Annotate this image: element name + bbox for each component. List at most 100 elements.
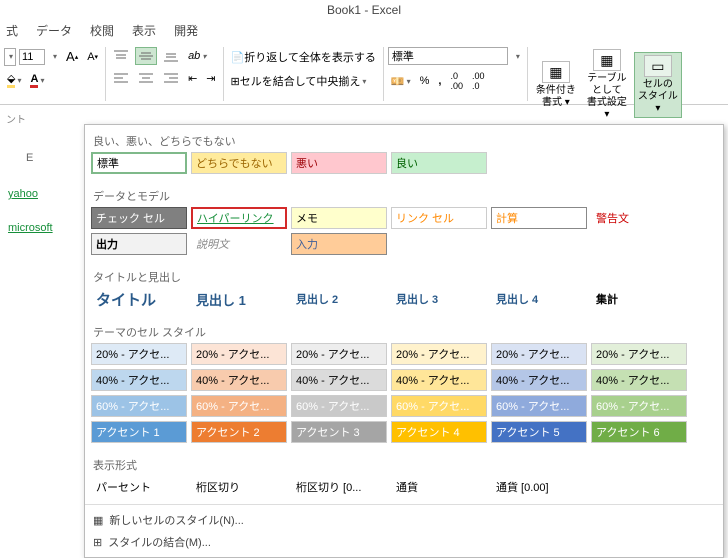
style-swatch[interactable]: 計算 [491,207,587,229]
style-swatch[interactable]: 60% - アクセ... [191,395,287,417]
section-title-number-format: 表示形式 [91,453,717,476]
style-swatch[interactable]: 悪い [291,152,387,174]
tab-review[interactable]: 校閲 [90,22,114,39]
increase-decimal-icon[interactable]: .0.00 [447,69,466,93]
font-size-input[interactable] [19,49,45,65]
decrease-indent-icon[interactable]: ⇤ [185,70,200,87]
style-swatch[interactable]: メモ [291,207,387,229]
style-swatch[interactable]: 見出し 4 [491,288,587,310]
cell-styles-gallery: 良い、悪い、どちらでもない 標準どちらでもない悪い良い データとモデル チェック… [84,124,724,558]
number-format-dropdown[interactable] [388,47,508,65]
style-swatch[interactable]: 60% - アクセ... [491,395,587,417]
style-swatch[interactable]: 20% - アクセ... [491,343,587,365]
style-swatch[interactable]: リンク セル [391,207,487,229]
style-swatch[interactable]: 40% - アクセ... [191,369,287,391]
number-format-arrow[interactable] [511,50,523,63]
cell-styles-icon: ▭ [644,55,672,77]
comma-format-icon[interactable]: , [435,73,444,89]
style-swatch[interactable]: 入力 [291,233,387,255]
style-swatch[interactable]: ハイパーリンク [191,207,287,229]
style-swatch[interactable]: 説明文 [191,233,287,255]
align-left-icon[interactable] [110,69,132,87]
style-swatch[interactable]: アクセント 3 [291,421,387,443]
style-swatch[interactable]: 良い [391,152,487,174]
align-top-icon[interactable] [110,47,132,65]
align-right-icon[interactable] [160,69,182,87]
increase-font-icon[interactable]: A▴ [63,47,81,66]
style-swatch[interactable]: 60% - アクセ... [591,395,687,417]
style-swatch[interactable]: 20% - アクセ... [591,343,687,365]
style-swatch[interactable]: 60% - アクセ... [291,395,387,417]
cell-link-microsoft[interactable]: microsoft [6,218,55,238]
decrease-decimal-icon[interactable]: .00.0 [469,69,488,93]
fill-color-icon[interactable]: ⬙ [4,70,24,90]
style-swatch[interactable]: どちらでもない [191,152,287,174]
merge-styles-button[interactable]: ⊞スタイルの結合(M)... [91,531,717,553]
merge-styles-icon: ⊞ [93,536,102,549]
table-icon: ▦ [593,49,621,71]
merge-center-button[interactable]: ⊞ セルを結合して中央揃え [228,71,370,91]
ribbon: A▴ A▾ ⬙ A ab ⇤ ⇥ 📄 折り返して全体を表示する ⊞ セルを結合し… [0,45,728,105]
style-swatch[interactable]: 60% - アクセ... [91,395,187,417]
section-title-good-bad: 良い、悪い、どちらでもない [91,129,717,152]
style-swatch[interactable]: 40% - アクセ... [391,369,487,391]
orientation-icon[interactable]: ab [185,48,209,64]
style-swatch[interactable]: 20% - アクセ... [291,343,387,365]
style-swatch[interactable]: 通貨 [0.00] [491,476,587,498]
wrap-merge-group: 📄 折り返して全体を表示する ⊞ セルを結合して中央揃え [224,47,384,101]
style-swatch[interactable]: 20% - アクセ... [391,343,487,365]
style-swatch[interactable]: 集計 [591,288,687,310]
section-title-theme: テーマのセル スタイル [91,320,717,343]
style-swatch[interactable]: チェック セル [91,207,187,229]
style-swatch[interactable]: 60% - アクセ... [391,395,487,417]
decrease-font-icon[interactable]: A▾ [84,49,101,65]
percent-format-icon[interactable]: % [417,73,433,89]
font-color-icon[interactable]: A [27,71,47,90]
style-swatch[interactable]: タイトル [91,288,187,310]
style-swatch[interactable]: パーセント [91,476,187,498]
font-family-dropdown[interactable] [4,48,16,66]
window-title: Book1 - Excel [0,0,728,20]
tab-formula[interactable]: 式 [6,22,18,39]
new-cell-style-button[interactable]: ▦新しいセルのスタイル(N)... [91,509,717,531]
style-swatch[interactable]: 40% - アクセ... [491,369,587,391]
accounting-format-icon[interactable]: 💴 [388,73,414,90]
font-size-dropdown[interactable] [48,50,60,63]
tab-view[interactable]: 表示 [132,22,156,39]
style-swatch[interactable]: 20% - アクセ... [91,343,187,365]
style-swatch[interactable]: 見出し 3 [391,288,487,310]
format-as-table-button[interactable]: ▦テーブルとして 書式設定 ▾ [583,47,631,123]
new-style-icon: ▦ [93,514,103,527]
style-swatch[interactable]: 40% - アクセ... [91,369,187,391]
style-swatch[interactable]: 桁区切り [0... [291,476,387,498]
style-swatch[interactable]: 警告文 [591,207,687,229]
conditional-format-icon: ▦ [542,61,570,83]
style-swatch[interactable]: アクセント 1 [91,421,187,443]
style-swatch[interactable]: 40% - アクセ... [291,369,387,391]
conditional-format-button[interactable]: ▦条件付き 書式 ▾ [532,59,580,111]
style-swatch[interactable]: アクセント 2 [191,421,287,443]
styles-group: ▦条件付き 書式 ▾ ▦テーブルとして 書式設定 ▾ ▭セルの スタイル ▾ [528,47,686,101]
style-swatch[interactable]: アクセント 5 [491,421,587,443]
style-swatch[interactable]: アクセント 4 [391,421,487,443]
align-bottom-icon[interactable] [160,47,182,65]
style-swatch[interactable]: 40% - アクセ... [591,369,687,391]
increase-indent-icon[interactable]: ⇥ [203,70,218,87]
style-swatch[interactable]: 標準 [91,152,187,174]
style-swatch[interactable]: 20% - アクセ... [191,343,287,365]
style-swatch[interactable]: 見出し 1 [191,288,287,310]
cell-styles-button[interactable]: ▭セルの スタイル ▾ [634,52,682,118]
style-swatch[interactable]: 見出し 2 [291,288,387,310]
cell-link-yahoo[interactable]: yahoo [6,184,55,204]
align-middle-icon[interactable] [135,47,157,65]
tab-data[interactable]: データ [36,22,72,39]
style-swatch[interactable]: アクセント 6 [591,421,687,443]
tab-developer[interactable]: 開発 [174,22,198,39]
section-title-headings: タイトルと見出し [91,265,717,288]
style-swatch[interactable]: 出力 [91,233,187,255]
wrap-text-button[interactable]: 📄 折り返して全体を表示する [228,47,379,67]
align-center-icon[interactable] [135,69,157,87]
column-header-e[interactable]: E [6,150,55,166]
style-swatch[interactable]: 桁区切り [191,476,287,498]
style-swatch[interactable]: 通貨 [391,476,487,498]
